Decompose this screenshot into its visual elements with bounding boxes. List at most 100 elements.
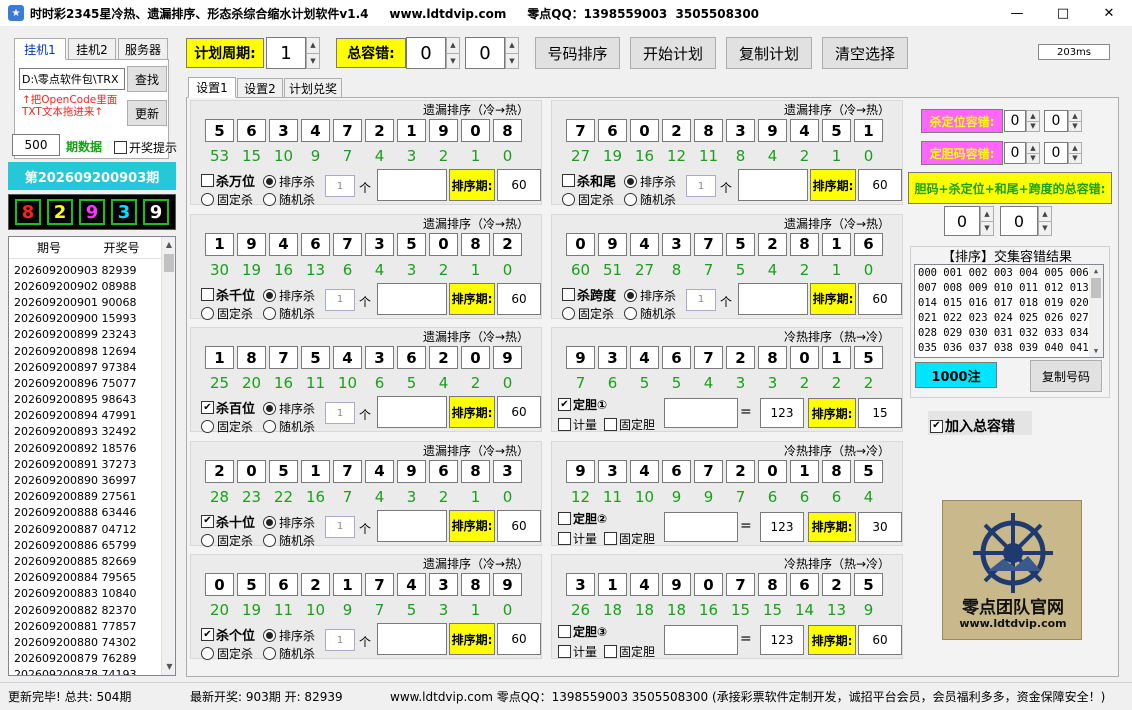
table-row[interactable]: 202609200899 23243 (9, 327, 175, 343)
sort-kill-radio[interactable]: 排序杀 (263, 173, 315, 190)
table-row[interactable]: 202609200892 18576 (9, 440, 175, 456)
tolerance-b-spinner[interactable]: ▲ ▼ (505, 37, 519, 69)
clear-selection-button[interactable]: 清空选择 (822, 37, 908, 69)
fixed-kill-radio[interactable]: 固定杀 (201, 305, 253, 322)
dan-value-input[interactable] (664, 625, 738, 655)
cycle-spinner[interactable]: ▲ ▼ (306, 37, 320, 69)
dan-checkbox[interactable]: 定胆② (558, 510, 607, 527)
kill-checkbox[interactable]: ✔ 杀个位 (201, 625, 255, 644)
kill-value-input[interactable] (377, 396, 447, 428)
result-scroll-up-icon[interactable]: ▲ (1089, 265, 1103, 277)
random-kill-radio[interactable]: 随机杀 (624, 191, 676, 208)
sort-kill-radio[interactable]: 排序杀 (263, 627, 315, 644)
kill-checkbox[interactable]: ✔ 杀十位 (201, 512, 255, 531)
maximize-button[interactable]: □ (1040, 0, 1086, 26)
dan-tol-b[interactable]: 0 (1044, 142, 1068, 164)
path-input[interactable]: D:\零点软件包\TRX (19, 68, 125, 90)
scroll-up-arrow-icon[interactable]: ▲ (162, 237, 175, 253)
kill-value-input[interactable] (377, 282, 447, 315)
copy-numbers-button[interactable]: 复制号码 (1030, 360, 1102, 392)
fixed-kill-radio[interactable]: 固定杀 (201, 532, 253, 549)
update-button[interactable]: 更新 (127, 100, 167, 126)
result-list[interactable]: 000 001 002 003 004 005 006 007 008 009 … (914, 264, 1104, 358)
sort-period-input[interactable]: 60 (497, 169, 541, 201)
sort-period-input[interactable]: 60 (858, 282, 902, 315)
table-row[interactable]: 202609200889 27561 (9, 489, 175, 505)
dan-result-input[interactable]: 123 (760, 511, 804, 542)
total-tol-b[interactable]: 0 (1000, 206, 1038, 236)
total-tol-a[interactable]: 0 (944, 206, 980, 236)
dan-tol-a[interactable]: 0 (1004, 142, 1026, 164)
sort-period-input[interactable]: 60 (497, 282, 541, 315)
table-row[interactable]: 202609200883 10840 (9, 586, 175, 602)
fixed-dan-checkbox[interactable]: 固定胆 (604, 416, 655, 433)
minimize-button[interactable]: — (994, 0, 1040, 26)
history-scrollbar[interactable]: ▲ ▼ (161, 237, 175, 675)
table-row[interactable]: 202609200888 63446 (9, 505, 175, 521)
dan-checkbox[interactable]: 定胆③ (558, 623, 607, 640)
start-plan-button[interactable]: 开始计划 (630, 37, 716, 69)
table-row[interactable]: 202609200890 36997 (9, 472, 175, 488)
total-tol-b-spinner[interactable]: ▲ ▼ (1038, 206, 1052, 236)
fixed-kill-radio[interactable]: 固定杀 (201, 418, 253, 435)
dan-value-input[interactable] (664, 511, 738, 542)
fixed-kill-radio[interactable]: 固定杀 (201, 645, 253, 662)
kill-checkbox[interactable]: 杀跨度 (562, 285, 616, 304)
kill-checkbox[interactable]: 杀千位 (201, 285, 255, 304)
table-row[interactable]: 202609200891 37273 (9, 456, 175, 472)
jiliang-checkbox[interactable]: 计量 (558, 530, 597, 547)
random-kill-radio[interactable]: 随机杀 (263, 532, 315, 549)
dan-value-input[interactable] (664, 398, 738, 428)
table-row[interactable]: 202609200881 77857 (9, 618, 175, 634)
sort-period-input[interactable]: 60 (858, 169, 902, 201)
lottery-prompt-checkbox[interactable]: 开奖提示 (114, 139, 177, 156)
copy-plan-button[interactable]: 复制计划 (726, 37, 812, 69)
table-row[interactable]: 202609200902 08988 (9, 278, 175, 294)
table-row[interactable]: 202609200882 82370 (9, 602, 175, 618)
fixed-dan-checkbox[interactable]: 固定胆 (604, 530, 655, 547)
sort-kill-radio[interactable]: 排序杀 (263, 400, 315, 417)
dan-tol-a-spinner[interactable]: ▲ ▼ (1026, 142, 1040, 164)
tolerance-b-input[interactable]: 0 (465, 37, 505, 69)
table-row[interactable]: 202609200903 82939 (9, 262, 175, 278)
dan-tol-b-spinner[interactable]: ▲ ▼ (1068, 142, 1082, 164)
jiliang-checkbox[interactable]: 计量 (558, 643, 597, 660)
tab-plan-redeem[interactable]: 计划兑奖 (284, 78, 342, 98)
kill-count-input[interactable]: 1 (325, 288, 355, 311)
table-row[interactable]: 202609200887 04712 (9, 521, 175, 537)
random-kill-radio[interactable]: 随机杀 (263, 645, 315, 662)
kill-value-input[interactable] (738, 169, 808, 201)
fixed-kill-radio[interactable]: 固定杀 (201, 191, 253, 208)
find-button[interactable]: 查找 (127, 66, 167, 92)
kill-count-input[interactable]: 1 (686, 288, 716, 311)
sort-period-input[interactable]: 60 (497, 509, 541, 542)
periods-input[interactable]: 500 (12, 134, 60, 156)
sort-kill-radio[interactable]: 排序杀 (263, 287, 315, 304)
table-row[interactable]: 202609200895 98643 (9, 392, 175, 408)
kill-position-tol-a[interactable]: 0 (1004, 110, 1026, 132)
kill-count-input[interactable]: 1 (325, 629, 355, 651)
kill-count-input[interactable]: 1 (325, 515, 355, 538)
kill-checkbox[interactable]: 杀和尾 (562, 171, 616, 190)
sort-period-input[interactable]: 15 (858, 398, 902, 428)
sort-kill-radio[interactable]: 排序杀 (624, 287, 676, 304)
table-row[interactable]: 202609200896 75077 (9, 375, 175, 391)
total-tol-a-spinner[interactable]: ▲ ▼ (980, 206, 994, 236)
kill-value-input[interactable] (377, 509, 447, 542)
kill-position-tol-a-spinner[interactable]: ▲ ▼ (1026, 110, 1040, 132)
random-kill-radio[interactable]: 随机杀 (624, 305, 676, 322)
sort-numbers-button[interactable]: 号码排序 (535, 37, 620, 69)
kill-count-input[interactable]: 1 (686, 175, 716, 197)
table-row[interactable]: 202609200894 47991 (9, 408, 175, 424)
kill-count-input[interactable]: 1 (325, 402, 355, 424)
table-row[interactable]: 202609200900 15993 (9, 311, 175, 327)
tab-guaji1[interactable]: 挂机1 (14, 38, 66, 60)
kill-position-tol-b-spinner[interactable]: ▲ ▼ (1068, 110, 1082, 132)
kill-value-input[interactable] (738, 282, 808, 315)
history-list[interactable]: 期号 开奖号 202609200903 82939 202609200902 0898… (8, 236, 176, 676)
fixed-dan-checkbox[interactable]: 固定胆 (604, 643, 655, 660)
fixed-kill-radio[interactable]: 固定杀 (562, 305, 614, 322)
table-row[interactable]: 202609200878 74193 (9, 667, 175, 675)
sort-kill-radio[interactable]: 排序杀 (624, 173, 676, 190)
tab-settings1[interactable]: 设置1 (188, 77, 236, 98)
